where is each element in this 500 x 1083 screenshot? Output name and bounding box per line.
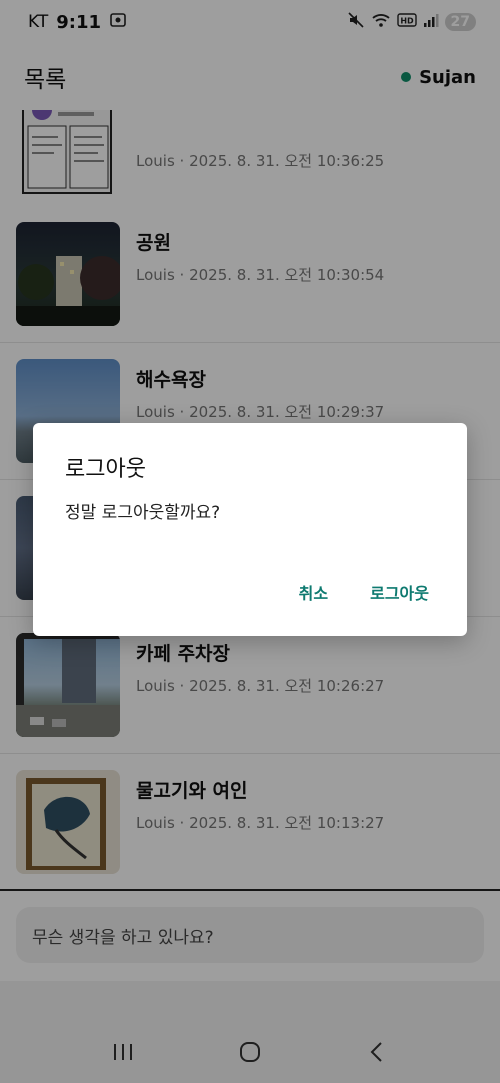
dialog-message: 정말 로그아웃할까요? — [65, 503, 221, 523]
logout-confirm-button[interactable]: 로그아웃 — [356, 572, 443, 612]
dialog-actions: 취소 로그아웃 — [285, 572, 443, 612]
dialog-title: 로그아웃 — [65, 457, 146, 482]
cancel-button[interactable]: 취소 — [285, 572, 342, 612]
logout-dialog: 로그아웃 정말 로그아웃할까요? 취소 로그아웃 — [33, 423, 467, 636]
